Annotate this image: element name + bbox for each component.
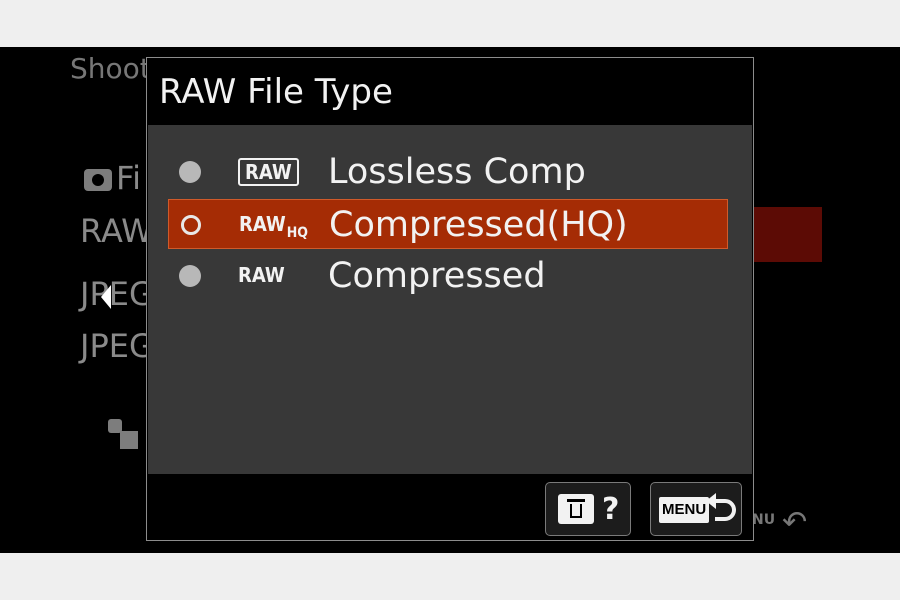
background-menu-icon: NU	[752, 512, 776, 528]
raw-hq-icon: RAWHQ	[239, 212, 308, 241]
background-item-raw: RAW	[80, 212, 153, 250]
back-arrow-icon	[706, 493, 736, 521]
submenu-icon	[108, 419, 138, 449]
radio-button[interactable]	[179, 161, 201, 183]
option-lossless-comp[interactable]: RAW Lossless Comp	[168, 147, 728, 197]
background-item-file: Fi	[84, 159, 141, 197]
delete-help-button[interactable]: ?	[545, 482, 631, 536]
help-icon: ?	[602, 492, 620, 527]
raw-file-type-dialog: RAW File Type RAW Lossless Comp RAWHQ Co…	[146, 57, 754, 541]
background-item-jpeg-1: JPEG	[80, 275, 154, 313]
left-arrow-icon	[101, 285, 111, 309]
options-list: RAW Lossless Comp RAWHQ Compressed(HQ) R…	[148, 125, 752, 474]
camera-icon	[84, 169, 112, 191]
raw-lossless-icon: RAW	[238, 158, 299, 186]
option-compressed[interactable]: RAW Compressed	[168, 251, 728, 301]
option-label: Lossless Comp	[328, 152, 586, 192]
option-label: Compressed(HQ)	[329, 205, 628, 245]
raw-compressed-icon: RAW	[238, 263, 285, 287]
dialog-title: RAW File Type	[159, 72, 393, 112]
trash-icon	[558, 494, 594, 524]
option-compressed-hq[interactable]: RAWHQ Compressed(HQ)	[168, 199, 728, 249]
option-label: Compressed	[328, 256, 546, 296]
background-item-label: Fi	[116, 159, 141, 197]
menu-back-button[interactable]: MENU	[650, 482, 742, 536]
background-item-jpeg-2: JPEG	[80, 327, 154, 365]
background-back-icon: ↶	[782, 505, 808, 540]
radio-button[interactable]	[179, 265, 201, 287]
camera-screen: Shooti Fi RAW JPEG JPEG NU ↶ RAW File Ty…	[0, 47, 900, 553]
radio-button-selected[interactable]	[181, 215, 201, 235]
dialog-footer: ? MENU	[148, 474, 752, 540]
menu-icon: MENU	[659, 497, 710, 523]
